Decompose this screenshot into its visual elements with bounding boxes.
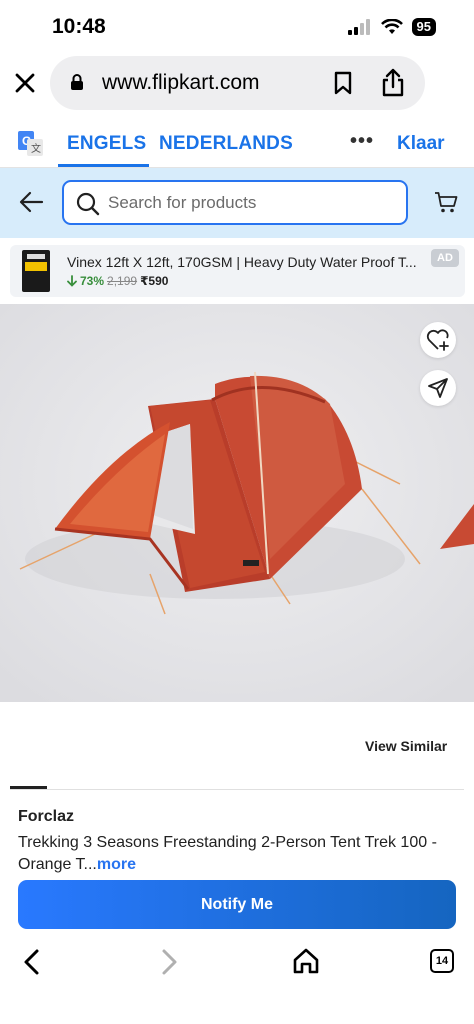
share-product-button[interactable] bbox=[420, 370, 456, 406]
bookmark-icon[interactable] bbox=[333, 71, 353, 95]
translate-bar: G 文 ENGELS NEDERLANDS ••• Klaar bbox=[0, 120, 474, 168]
more-link[interactable]: more bbox=[97, 856, 136, 873]
active-tab-underline bbox=[58, 164, 149, 167]
browser-toolbar: 14 bbox=[0, 936, 474, 1024]
ad-price-row: 73% 2,199 ₹590 bbox=[67, 274, 168, 288]
status-time: 10:48 bbox=[52, 15, 106, 38]
share-icon[interactable] bbox=[380, 68, 406, 98]
browser-forward-icon[interactable] bbox=[157, 948, 181, 976]
tab-target-language[interactable]: NEDERLANDS bbox=[159, 133, 293, 155]
product-title: Trekking 3 Seasons Freestanding 2-Person… bbox=[18, 832, 463, 876]
ad-badge: AD bbox=[431, 249, 459, 267]
cart-icon[interactable] bbox=[434, 190, 458, 214]
product-image[interactable] bbox=[0, 304, 474, 702]
heart-add-icon bbox=[426, 329, 449, 351]
ad-price: ₹590 bbox=[140, 274, 169, 288]
tent-photo bbox=[0, 304, 474, 702]
ad-discount: 73% bbox=[80, 274, 105, 288]
product-name-text: Trekking 3 Seasons Freestanding 2-Person… bbox=[18, 834, 437, 873]
wifi-icon bbox=[380, 19, 403, 34]
tabs-button[interactable]: 14 bbox=[430, 949, 454, 973]
status-bar: 10:48 95 bbox=[0, 0, 474, 56]
ad-original-price: 2,199 bbox=[107, 274, 138, 288]
cellular-signal-icon bbox=[347, 19, 370, 35]
send-icon bbox=[428, 378, 448, 398]
divider bbox=[10, 789, 464, 790]
google-translate-icon: G 文 bbox=[18, 131, 43, 156]
sponsored-ad-banner[interactable]: Vinex 12ft X 12ft, 170GSM | Heavy Duty W… bbox=[10, 245, 465, 297]
more-options-icon[interactable]: ••• bbox=[350, 130, 374, 153]
notify-me-button[interactable]: Notify Me bbox=[18, 880, 456, 929]
down-arrow-icon bbox=[67, 275, 77, 287]
back-arrow-icon[interactable] bbox=[18, 190, 44, 214]
home-icon[interactable] bbox=[292, 948, 320, 974]
product-brand: Forclaz bbox=[18, 808, 75, 825]
lock-icon bbox=[71, 74, 83, 90]
site-header bbox=[0, 168, 474, 238]
status-icons: 95 bbox=[347, 18, 436, 36]
url-text: www.flipkart.com bbox=[102, 71, 260, 94]
close-icon[interactable] bbox=[10, 68, 40, 98]
browser-url-row: www.flipkart.com bbox=[0, 56, 474, 112]
search-input[interactable] bbox=[108, 191, 398, 215]
address-bar[interactable]: www.flipkart.com bbox=[50, 56, 425, 110]
tab-source-language[interactable]: ENGELS bbox=[67, 133, 146, 155]
search-box[interactable] bbox=[62, 180, 408, 225]
battery-indicator: 95 bbox=[411, 18, 436, 36]
svg-text:文: 文 bbox=[31, 142, 41, 155]
ad-product-title: Vinex 12ft X 12ft, 170GSM | Heavy Duty W… bbox=[67, 254, 417, 270]
browser-back-icon[interactable] bbox=[20, 948, 44, 976]
view-similar-link[interactable]: View Similar bbox=[365, 738, 447, 754]
wishlist-button[interactable] bbox=[420, 322, 456, 358]
search-icon bbox=[76, 192, 100, 216]
done-button[interactable]: Klaar bbox=[397, 133, 445, 155]
ad-product-thumbnail bbox=[22, 250, 50, 292]
